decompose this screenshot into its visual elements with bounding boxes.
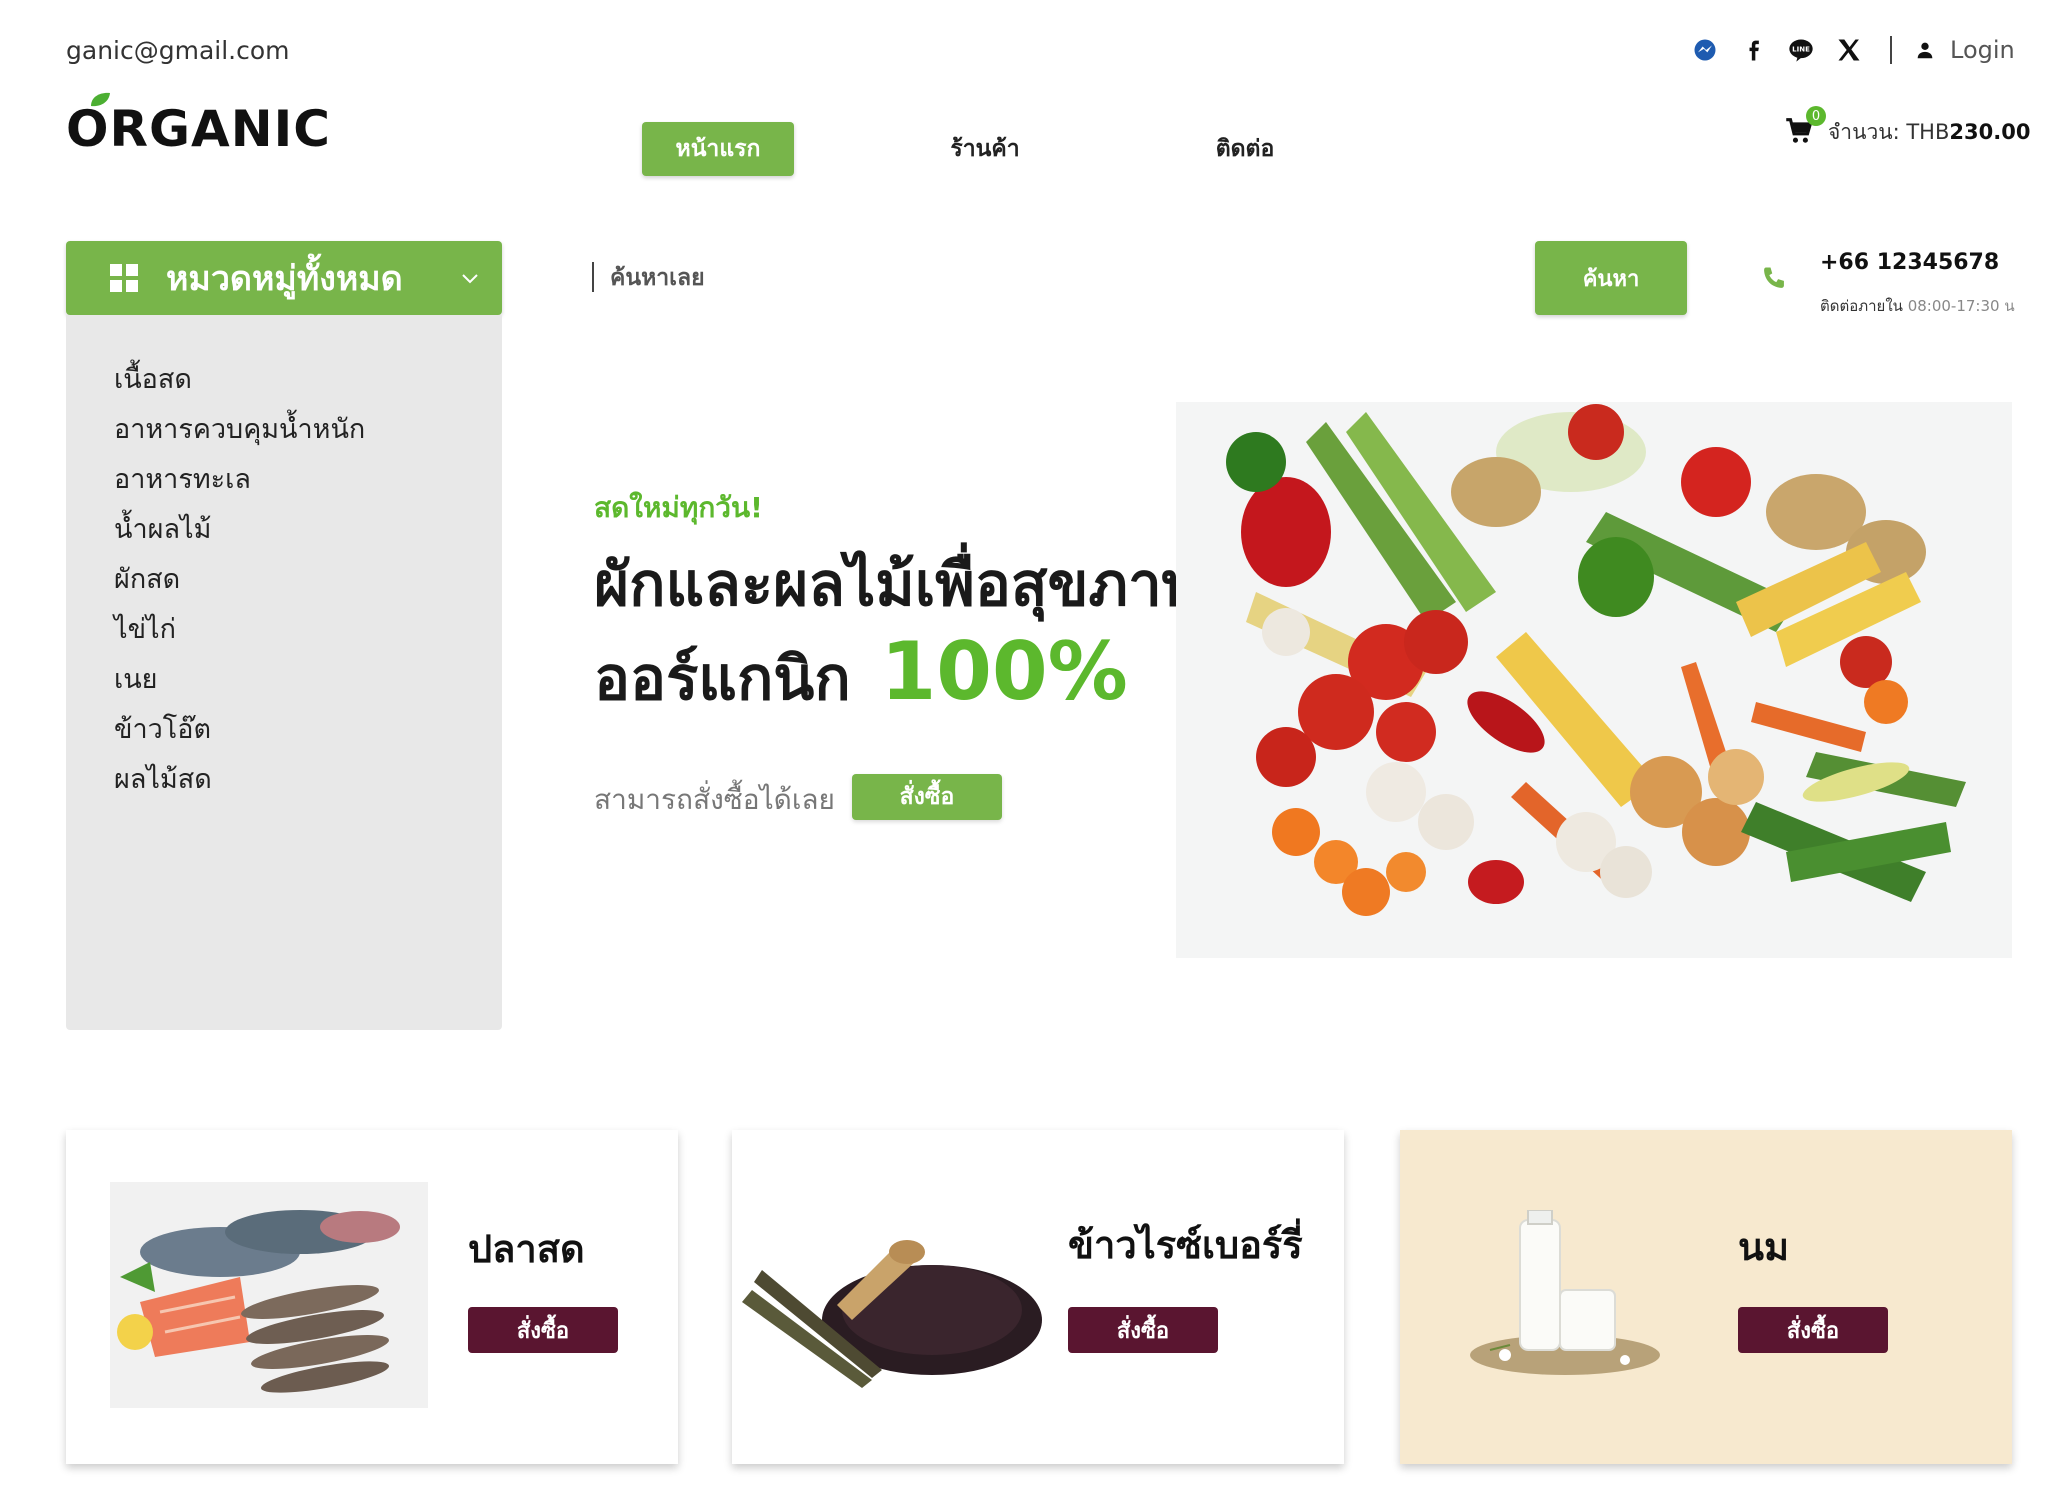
card-order-button[interactable]: สั่งซื้อ: [1738, 1307, 1888, 1353]
hero-headline-line2: ออร์แกนิก 100%: [594, 628, 1128, 716]
category-item[interactable]: ผลไม้สด: [66, 755, 502, 805]
category-item[interactable]: ไข่ไก่: [66, 605, 502, 655]
category-dropdown[interactable]: หมวดหมู่ทั้งหมด: [66, 241, 502, 315]
riceberry-image: [742, 1210, 1042, 1390]
fish-image: [110, 1182, 428, 1408]
hero-headline-word: ออร์แกนิก: [594, 644, 851, 714]
x-icon[interactable]: [1832, 33, 1866, 67]
search-divider: [592, 262, 594, 292]
category-list: เนื้อสด อาหารควบคุมน้ำหนัก อาหารทะเล น้ำ…: [66, 315, 502, 1030]
product-card-riceberry[interactable]: ข้าวไรซ์เบอร์รี่ สั่งซื้อ: [732, 1130, 1344, 1464]
leaf-icon: [91, 92, 110, 107]
category-item[interactable]: ข้าวโอ๊ต: [66, 705, 502, 755]
search-button[interactable]: ค้นหา: [1535, 241, 1687, 315]
facebook-icon[interactable]: [1736, 33, 1770, 67]
grid-icon: [110, 264, 138, 292]
cart-count-badge: 0: [1806, 106, 1826, 126]
contact-hours: ติดต่อภายใน 08:00-17:30 น: [1820, 294, 2015, 318]
cart-total-amount: 230.00: [1949, 119, 2031, 144]
category-item[interactable]: อาหารควบคุมน้ำหนัก: [66, 405, 502, 455]
category-item[interactable]: ผักสด: [66, 555, 502, 605]
line-icon[interactable]: LINE: [1784, 33, 1818, 67]
milk-image: [1460, 1210, 1670, 1380]
cart-total-label: จำนวน: THB: [1828, 119, 1950, 144]
login-label: Login: [1950, 36, 2015, 64]
contact-email: ganic@gmail.com: [66, 36, 290, 65]
nav-home[interactable]: หน้าแรก: [642, 122, 794, 176]
card-title: นม: [1738, 1225, 1790, 1269]
product-card-fish[interactable]: ปลาสด สั่งซื้อ: [66, 1130, 678, 1464]
nav-shop[interactable]: ร้านค้า: [910, 122, 1060, 176]
site-logo[interactable]: ORGANIC: [66, 92, 331, 158]
category-item[interactable]: อาหารทะเล: [66, 455, 502, 505]
cart-total: จำนวน: THB230.00: [1828, 116, 2030, 149]
social-divider: [1890, 36, 1892, 64]
login-link[interactable]: Login: [1914, 36, 2015, 64]
phone-icon: [1764, 267, 1784, 288]
hero-headline-percent: 100%: [880, 625, 1128, 718]
messenger-icon[interactable]: [1688, 33, 1722, 67]
cart-icon[interactable]: 0: [1782, 106, 1826, 150]
card-order-button[interactable]: สั่งซื้อ: [1068, 1307, 1218, 1353]
user-icon: [1917, 42, 1933, 59]
hero-tagline: สดใหม่ทุกวัน!: [594, 491, 763, 524]
product-card-milk[interactable]: นม สั่งซื้อ: [1400, 1130, 2012, 1464]
svg-text:LINE: LINE: [1792, 46, 1810, 54]
chevron-down-icon: [462, 274, 478, 284]
contact-phone[interactable]: +66 12345678: [1820, 250, 1999, 275]
hero-order-button[interactable]: สั่งซื้อ: [852, 774, 1002, 820]
category-item[interactable]: เนื้อสด: [66, 355, 502, 405]
contact-hours-label: ติดต่อภายใน: [1820, 297, 1903, 315]
hero-subtext: สามารถสั่งซื้อได้เลย: [594, 783, 835, 816]
cart-summary[interactable]: 0 จำนวน: THB230.00: [1782, 106, 2030, 150]
card-title: ปลาสด: [468, 1227, 585, 1271]
contact-hours-time: 08:00-17:30 น: [1907, 297, 2015, 315]
logo-text: ORGANIC: [66, 100, 331, 158]
category-item[interactable]: เนย: [66, 655, 502, 705]
hero-headline-line1: ผักและผลไม้เพื่อสุขภาพ: [594, 550, 1202, 620]
social-links: LINE Login: [1688, 30, 2015, 70]
category-item[interactable]: น้ำผลไม้: [66, 505, 502, 555]
card-title: ข้าวไรซ์เบอร์รี่: [1068, 1223, 1303, 1267]
category-title: หมวดหมู่ทั้งหมด: [166, 259, 403, 299]
card-order-button[interactable]: สั่งซื้อ: [468, 1307, 618, 1353]
search-input[interactable]: [610, 258, 1510, 298]
hero-vegetables-image: [1176, 402, 2012, 958]
nav-contact[interactable]: ติดต่อ: [1170, 122, 1320, 176]
